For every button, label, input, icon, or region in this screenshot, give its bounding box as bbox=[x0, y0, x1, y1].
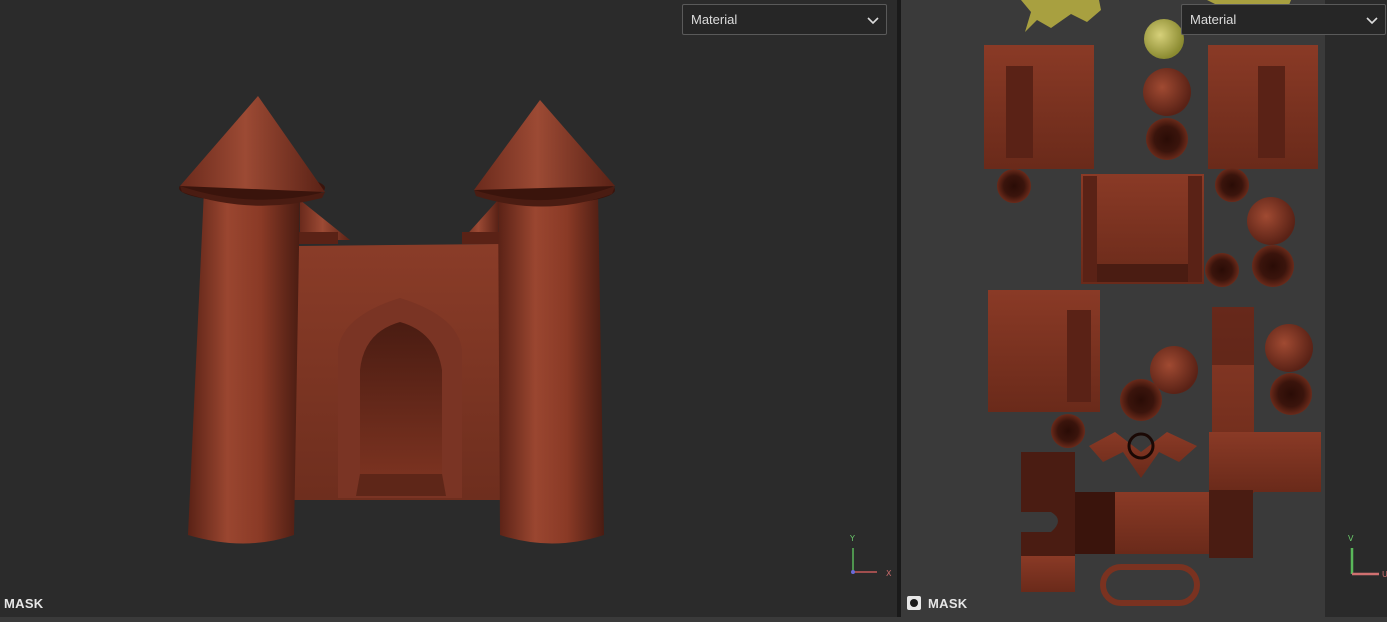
axis-u-label: U bbox=[1382, 570, 1387, 579]
axis-labels-uv: V U bbox=[1348, 534, 1387, 579]
mask-icon[interactable] bbox=[907, 596, 921, 610]
axis-y-label: Y bbox=[849, 534, 855, 543]
viewport-3d[interactable]: Y X Material MASK bbox=[0, 0, 897, 617]
material-dropdown-label: Material bbox=[1190, 12, 1237, 27]
material-dropdown-label: Material bbox=[691, 12, 738, 27]
material-dropdown-3d[interactable]: Material bbox=[682, 4, 887, 35]
mask-label-text: MASK bbox=[928, 596, 968, 611]
chevron-down-icon bbox=[867, 17, 879, 25]
mask-label-3d: MASK bbox=[4, 596, 44, 611]
viewport-uv[interactable]: V U Material MASK bbox=[901, 0, 1387, 617]
bottom-border bbox=[0, 617, 1387, 622]
axis-labels-3d: Y X bbox=[849, 534, 892, 578]
axis-v-label: V bbox=[1348, 534, 1354, 543]
material-dropdown-uv[interactable]: Material bbox=[1181, 4, 1386, 35]
axis-x-label: X bbox=[886, 569, 892, 578]
chevron-down-icon bbox=[1366, 17, 1378, 25]
mask-label-uv[interactable]: MASK bbox=[907, 596, 967, 611]
